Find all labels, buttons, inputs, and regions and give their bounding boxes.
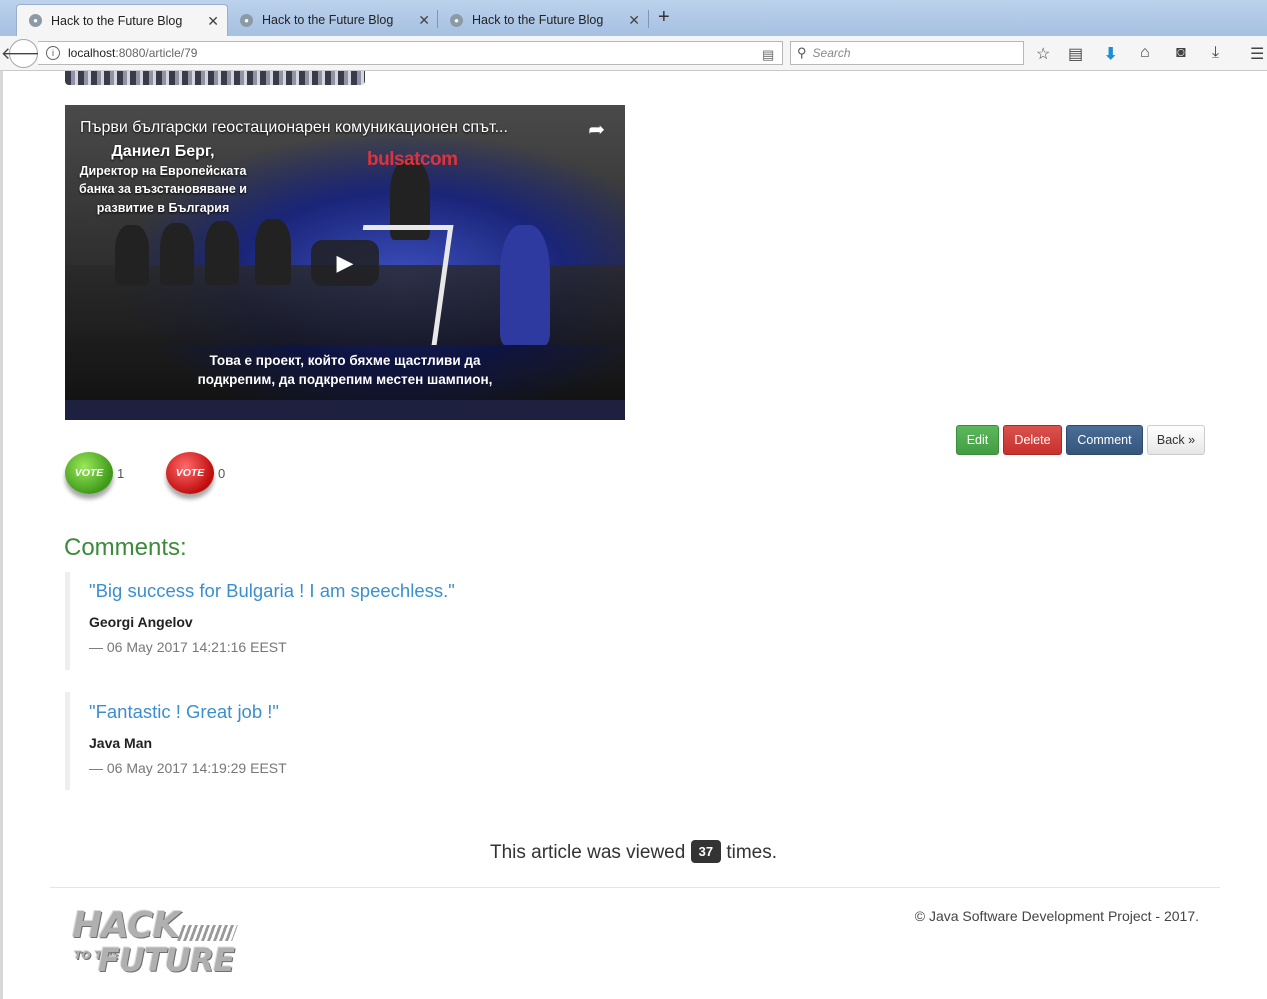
comment-item: "Fantastic ! Great job !" Java Man — 06 … [65,692,665,790]
bookmarks-list-icon[interactable]: ▤ [1068,44,1083,64]
tab-separator [648,10,649,28]
globe-icon: ● [240,13,253,27]
bookmark-star-icon[interactable]: ☆ [1036,44,1050,64]
subtitle-line: Това е проект, който бяхме щастливи да [209,353,481,368]
info-icon[interactable]: i [46,46,60,60]
tab-title: Hack to the Future Blog [51,13,183,28]
close-icon[interactable]: ✕ [207,13,219,30]
new-tab-icon[interactable]: + [658,6,670,29]
video-speaker-caption: Даниел Берг, Директор на Европейската ба… [73,143,253,217]
globe-icon: ● [29,14,42,27]
url-host: localhost [68,46,116,60]
tab-3[interactable]: ● Hack to the Future Blog ✕ [438,4,648,36]
downloads-icon[interactable]: ⤓ [1212,44,1219,62]
browser-tab-bar: ● Hack to the Future Blog ✕ ● Hack to th… [0,0,1267,36]
close-icon[interactable]: ✕ [628,12,640,29]
video-person [160,223,194,285]
comment-author: Java Man [89,735,153,751]
browser-nav-bar: 🡐 i localhost:8080/article/79 ▤ ↻ ⚲ Sear… [0,36,1267,71]
video-title[interactable]: Първи български геостационарен комуникац… [80,119,570,137]
subtitle-line: подкрепим, да подкрепим местен шампион, [197,372,493,387]
comment-author: Georgi Angelov [89,614,193,630]
video-person [255,219,291,285]
logo-line: FUTURE [98,941,235,979]
search-placeholder: Search [812,46,851,60]
logo-stripes [177,925,238,941]
comment-button[interactable]: Comment [1066,425,1143,455]
url-bar[interactable]: i localhost:8080/article/79 ▤ ↻ [38,41,811,65]
share-icon[interactable]: ➦ [588,117,605,142]
downvote-count: 0 [218,466,226,481]
site-logo[interactable]: HACK TO THE FUTURE [72,905,238,985]
downvote-button[interactable]: VOTE [166,452,214,494]
footer-divider [50,887,1220,888]
speaker-role: Директор на Европейската банка за възста… [79,163,247,215]
video-person [205,221,239,285]
video-brand: bulsatcom [367,149,458,170]
close-icon[interactable]: ✕ [418,12,430,29]
logo-line: HACK [72,905,180,946]
edit-button[interactable]: Edit [956,425,999,455]
download-arrow-icon[interactable]: ⬇ [1104,44,1117,64]
tab-title: Hack to the Future Blog [472,13,604,27]
comment-item: "Big success for Bulgaria ! I am speechl… [65,572,665,670]
delete-button[interactable]: Delete [1003,425,1062,455]
comment-text: "Fantastic ! Great job !" [89,701,279,722]
pocket-icon[interactable]: ◙ [1176,44,1186,62]
video-bottom [65,400,625,420]
search-input[interactable]: ⚲ Search [790,41,1024,65]
article-image [65,71,365,85]
tab-title: Hack to the Future Blog [262,13,394,27]
speaker-name: Даниел Берг, [111,143,215,160]
back-button[interactable]: Back » [1147,425,1205,455]
footer-copyright: © Java Software Development Project - 20… [914,908,1199,924]
video-person [115,225,149,285]
home-icon[interactable]: ⌂ [1140,44,1150,62]
tab-2[interactable]: ● Hack to the Future Blog ✕ [228,4,438,36]
comment-date: — 06 May 2017 14:21:16 EEST [89,639,287,655]
upvote-button[interactable]: VOTE [65,452,113,494]
search-icon: ⚲ [797,45,807,60]
comment-date: — 06 May 2017 14:19:29 EEST [89,760,287,776]
tab-1[interactable]: ● Hack to the Future Blog ✕ [16,4,228,36]
comment-text: "Big success for Bulgaria ! I am speechl… [89,580,455,601]
video-subtitle: Това е проект, който бяхме щастливи да п… [65,345,625,400]
comments-heading: Comments: [64,534,187,561]
view-counter: This article was viewed 37 times. [0,840,1267,864]
views-prefix: This article was viewed [489,842,686,863]
video-person [500,225,550,345]
url-path: :8080/article/79 [115,46,198,60]
play-icon[interactable]: ▶ [311,240,379,286]
back-arrow-icon[interactable]: 🡐 [1,39,46,68]
views-suffix: times. [726,842,778,863]
menu-icon[interactable]: ☰ [1250,44,1264,64]
reader-view-icon[interactable]: ▤ [762,47,774,63]
embedded-video[interactable]: bulsatcom Първи български геостационарен… [65,105,625,420]
globe-icon: ● [450,13,463,27]
views-badge: 37 [690,840,722,863]
upvote-count: 1 [117,466,125,481]
